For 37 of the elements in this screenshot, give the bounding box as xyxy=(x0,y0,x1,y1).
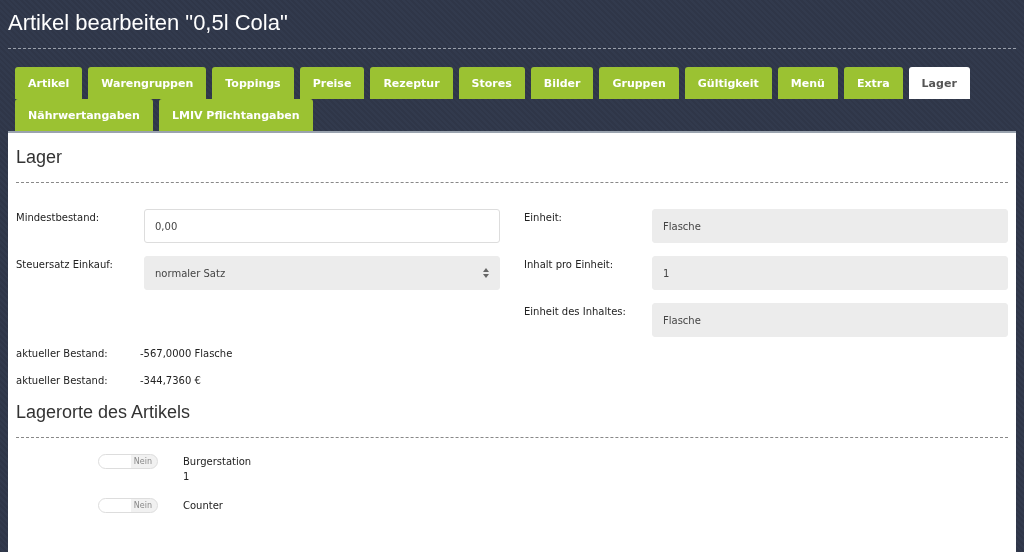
tab[interactable]: Nährwertangaben xyxy=(15,99,153,131)
field-label: Einheit: xyxy=(524,211,563,223)
location-name: Counter xyxy=(183,499,223,513)
stock-value: -567,0000 Flasche xyxy=(140,348,234,359)
toggle-switch[interactable]: Nein xyxy=(98,498,158,513)
tab[interactable]: Preise xyxy=(299,67,365,99)
tab[interactable]: Lager xyxy=(908,67,970,99)
location-number: 1 xyxy=(183,470,191,484)
select-field[interactable]: normaler Satz xyxy=(144,256,500,290)
readonly-field: Flasche xyxy=(652,209,1008,243)
tab[interactable]: Bilder xyxy=(530,67,594,99)
tab[interactable]: LMIV Pflichtangaben xyxy=(158,99,313,131)
toggle-switch[interactable]: Nein xyxy=(98,454,158,469)
tab[interactable]: Menü xyxy=(777,67,838,99)
page-title: Artikel bearbeiten "0,5l Cola" xyxy=(8,9,289,37)
field-label: Einheit des Inhaltes: xyxy=(524,305,627,317)
tab[interactable]: Gültigkeit xyxy=(684,67,772,99)
tab[interactable]: Stores xyxy=(458,67,525,99)
tab[interactable]: Rezeptur xyxy=(370,67,453,99)
stock-value: -344,7360 € xyxy=(140,375,202,386)
tab[interactable]: Gruppen xyxy=(599,67,679,99)
field-label: Steuersatz Einkauf: xyxy=(16,258,114,270)
readonly-field: 1 xyxy=(652,256,1008,290)
location-name: Burgerstation xyxy=(183,455,252,469)
select-arrows-icon xyxy=(483,268,489,278)
readonly-field: Flasche xyxy=(652,303,1008,337)
tab[interactable]: Warengruppen xyxy=(88,67,207,99)
tab[interactable]: Artikel xyxy=(15,67,83,99)
stock-label: aktueller Bestand: xyxy=(16,375,109,386)
tab[interactable]: Extra xyxy=(843,67,903,99)
section-title: Lagerorte des Artikels xyxy=(16,402,192,423)
field-label: Mindestbestand: xyxy=(16,211,101,223)
stock-label: aktueller Bestand: xyxy=(16,348,109,359)
section-title: Lager xyxy=(16,147,64,168)
text-field[interactable]: 0,00 xyxy=(144,209,500,243)
field-label: Inhalt pro Einheit: xyxy=(524,258,615,270)
tab[interactable]: Toppings xyxy=(212,67,294,99)
